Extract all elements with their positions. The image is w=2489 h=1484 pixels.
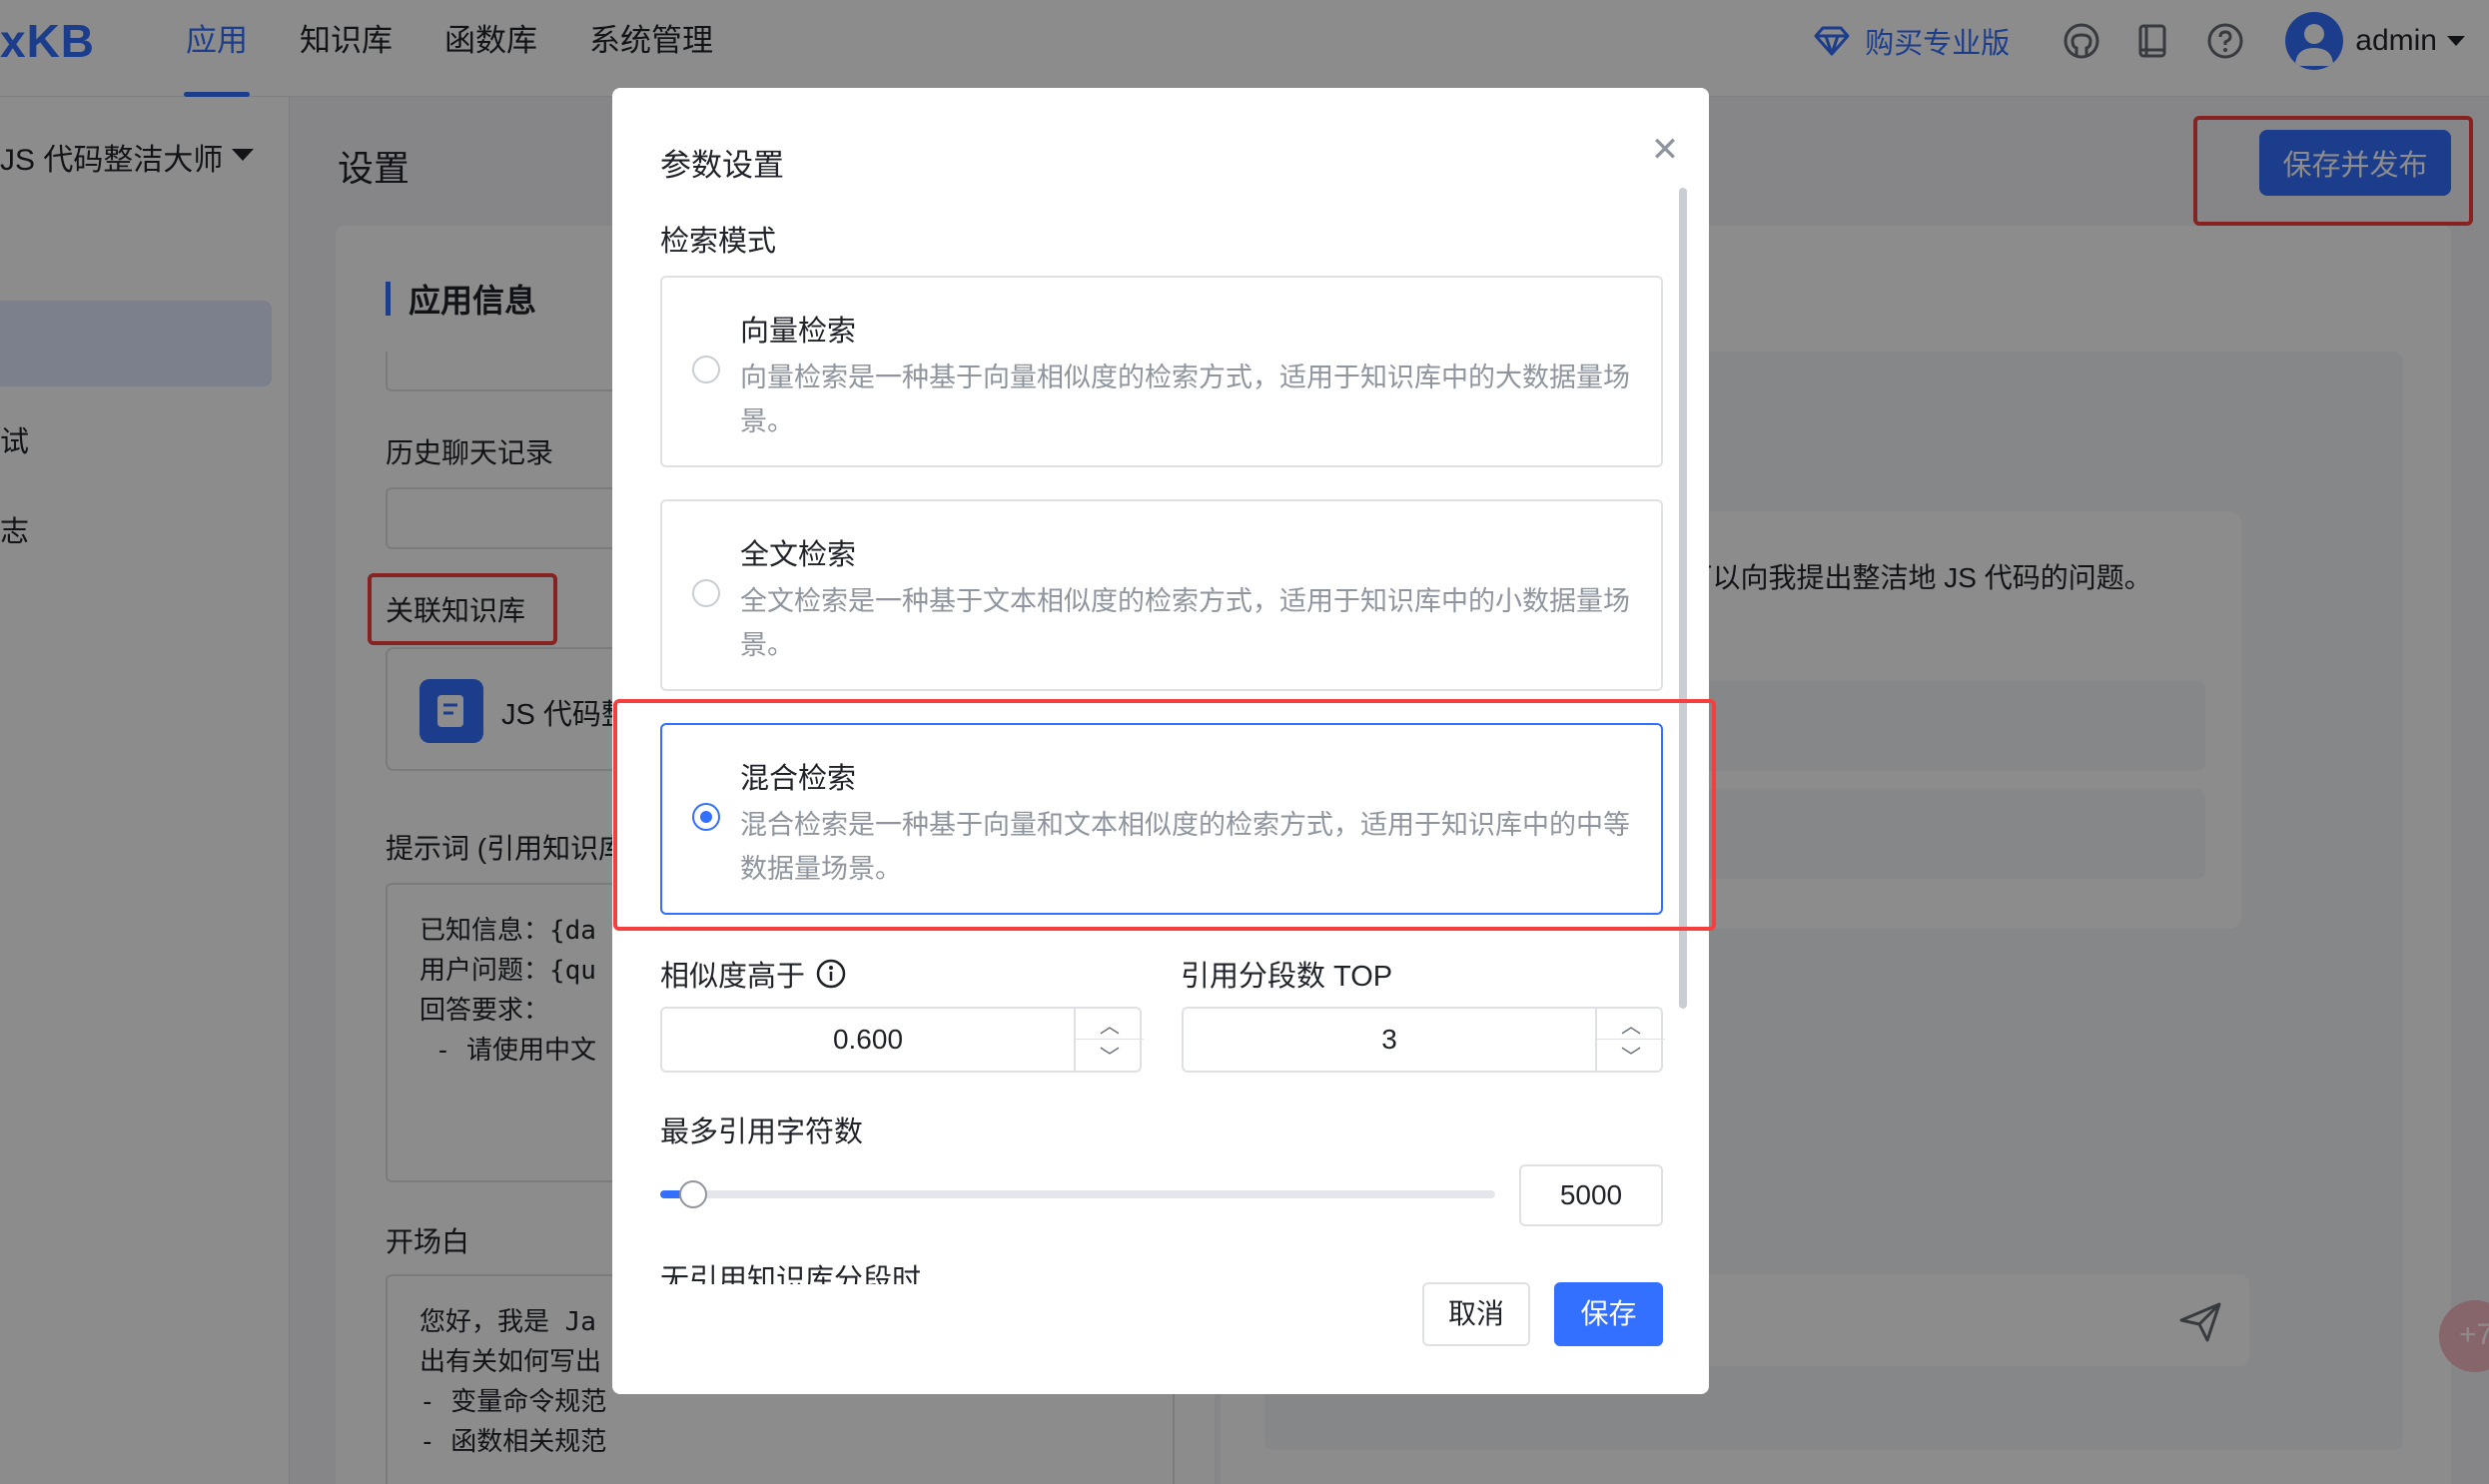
chevron-down-icon[interactable]: ﹀ — [1597, 1040, 1665, 1071]
close-icon[interactable]: ✕ — [1645, 130, 1685, 170]
info-icon[interactable] — [815, 958, 847, 990]
option-desc: 全文检索是一种基于文本相似度的检索方式，适用于知识库中的小数据量场景。 — [740, 586, 1630, 660]
no-citation-label: 无引用知识库分段时 — [660, 1264, 922, 1284]
similarity-stepper: ︿ ﹀ — [1074, 1009, 1144, 1071]
max-chars-input[interactable]: 5000 — [1519, 1164, 1663, 1226]
similarity-input[interactable]: 0.600 ︿ ﹀ — [660, 1007, 1144, 1073]
chevron-up-icon[interactable]: ︿ — [1597, 1009, 1665, 1040]
save-button[interactable]: 保存 — [1554, 1282, 1663, 1346]
params-dialog: 参数设置 ✕ 检索模式 向量检索 向量检索是一种基于向量相似度的检索方式，适用于… — [612, 88, 1709, 1394]
search-mode-label: 检索模式 — [660, 226, 777, 258]
option-desc: 混合检索是一种基于向量和文本相似度的检索方式，适用于知识库中的中等数据量场景。 — [740, 810, 1630, 884]
top-value[interactable]: 3 — [1184, 1009, 1595, 1071]
option-title: 全文检索 — [740, 539, 857, 571]
similarity-label-row: 相似度高于 — [660, 953, 847, 995]
top-label: 引用分段数 TOP — [1181, 961, 1393, 993]
max-chars-label: 最多引用字符数 — [660, 1116, 864, 1148]
radio-vector[interactable] — [692, 356, 720, 383]
option-hybrid-search[interactable]: 混合检索 混合检索是一种基于向量和文本相似度的检索方式，适用于知识库中的中等数据… — [660, 723, 1663, 915]
top-input[interactable]: 3 ︿ ﹀ — [1182, 1007, 1665, 1073]
option-title: 向量检索 — [740, 316, 857, 348]
dialog-scrollbar[interactable] — [1679, 188, 1687, 1009]
chevron-down-icon[interactable]: ﹀ — [1076, 1040, 1144, 1071]
top-stepper: ︿ ﹀ — [1595, 1009, 1665, 1071]
slider-handle[interactable] — [679, 1180, 708, 1208]
similarity-label: 相似度高于 — [660, 961, 806, 993]
chevron-up-icon[interactable]: ︿ — [1076, 1009, 1144, 1040]
option-fulltext-search[interactable]: 全文检索 全文检索是一种基于文本相似度的检索方式，适用于知识库中的小数据量场景。 — [660, 499, 1663, 691]
radio-hybrid[interactable] — [692, 803, 720, 831]
radio-fulltext[interactable] — [692, 579, 720, 607]
max-chars-slider[interactable] — [660, 1190, 1495, 1198]
dialog-title: 参数设置 — [660, 148, 784, 183]
cancel-button[interactable]: 取消 — [1422, 1282, 1530, 1346]
option-desc: 向量检索是一种基于向量相似度的检索方式，适用于知识库中的大数据量场景。 — [740, 363, 1630, 436]
similarity-value[interactable]: 0.600 — [662, 1009, 1074, 1071]
option-title: 混合检索 — [740, 763, 857, 795]
option-vector-search[interactable]: 向量检索 向量检索是一种基于向量相似度的检索方式，适用于知识库中的大数据量场景。 — [660, 276, 1663, 467]
